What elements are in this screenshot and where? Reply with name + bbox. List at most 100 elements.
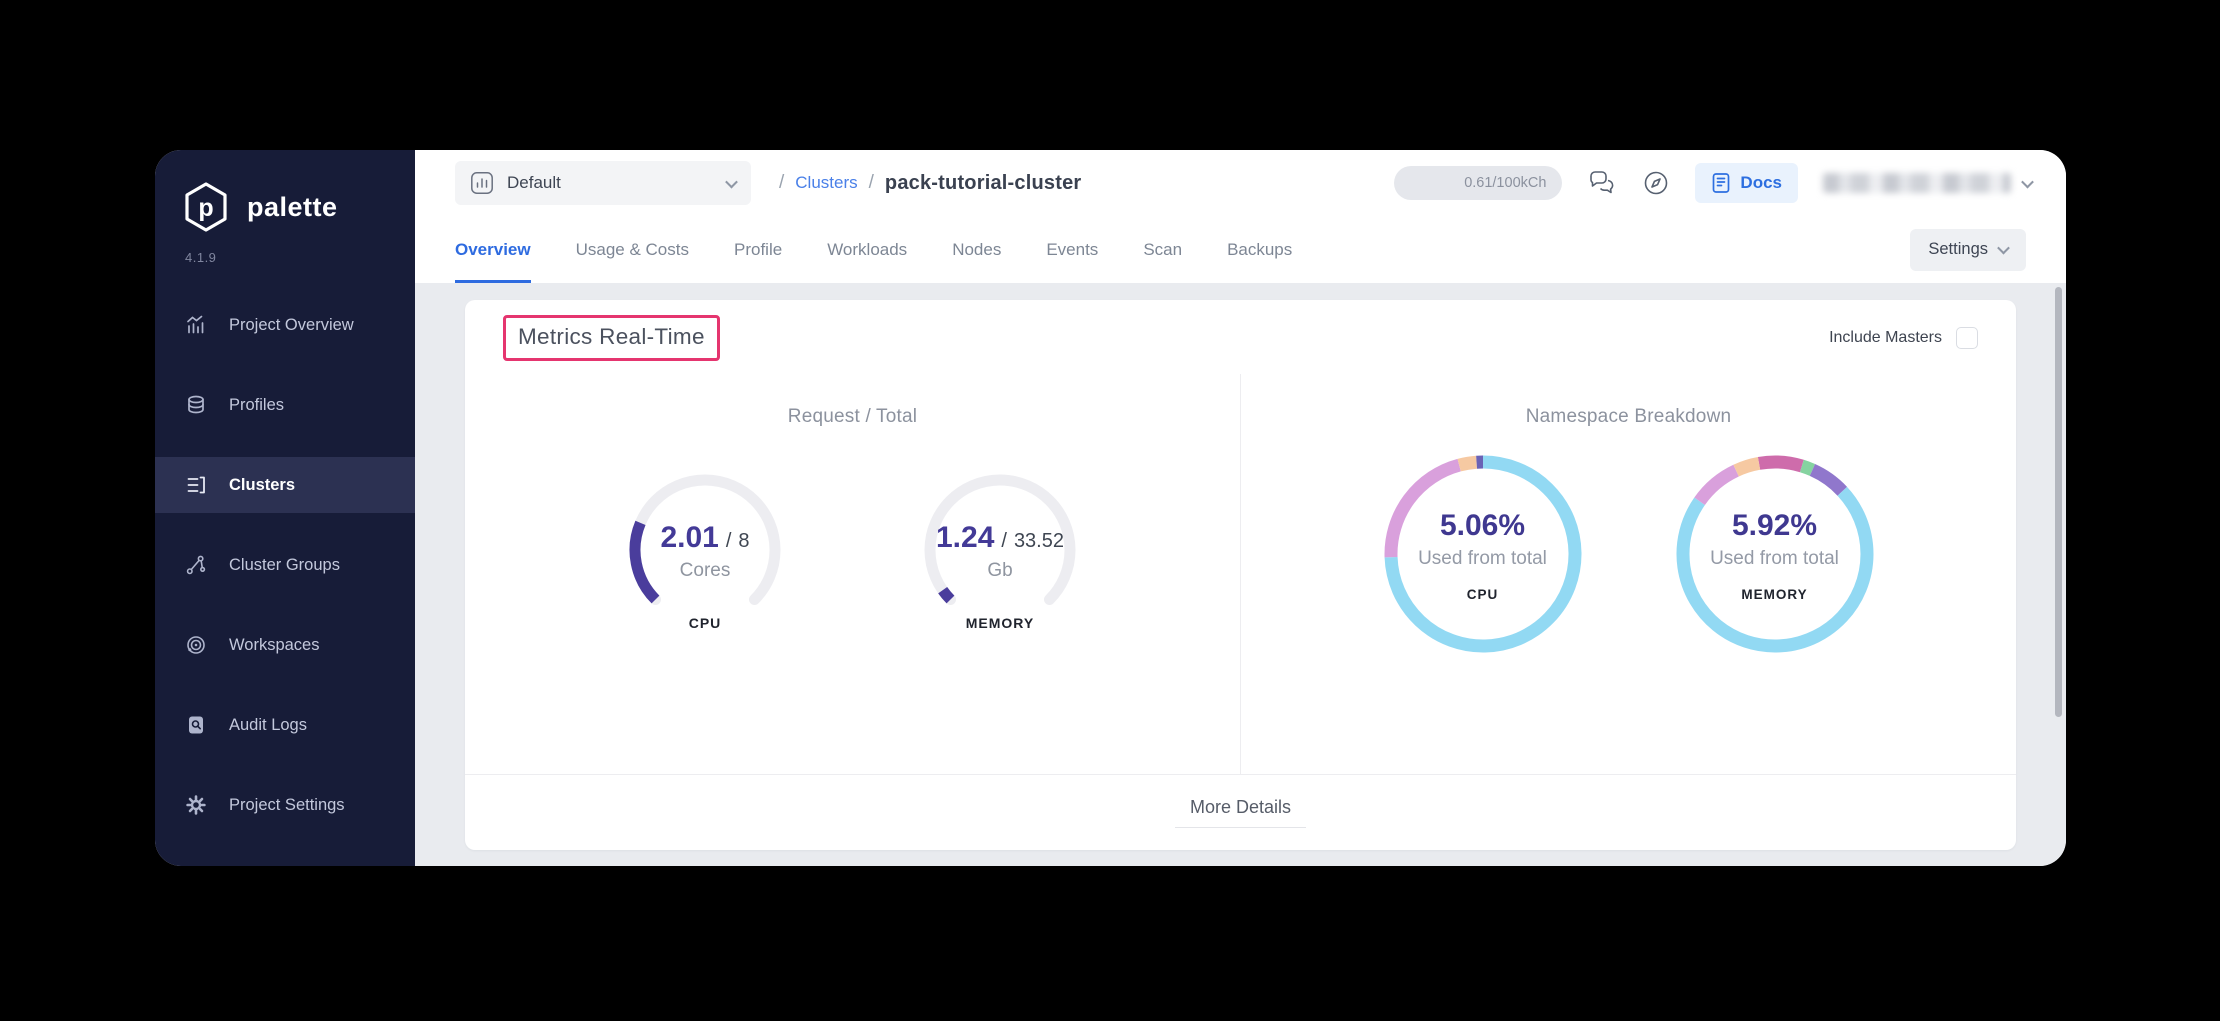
donut-label: CPU [1467,587,1499,602]
donut-center-text: 5.92% Used from total MEMORY [1675,454,1875,654]
tab-backups[interactable]: Backups [1227,216,1292,283]
user-menu[interactable] [1823,173,2032,193]
sidebar-item-workspaces[interactable]: Workspaces [155,617,415,673]
gauge-total: 33.52 [1014,530,1064,553]
tab-profile[interactable]: Profile [734,216,782,283]
sidebar-item-clusters[interactable]: Clusters [155,457,415,513]
sidebar-item-label: Workspaces [229,636,319,655]
chevron-down-icon [1997,242,2010,255]
compass-icon [1642,169,1670,197]
include-masters: Include Masters [1829,327,1978,349]
screenshot-stage: p palette 4.1.9 Project Overview [0,0,2220,1021]
sidebar-nav: Project Overview Profiles Clusters [155,297,415,857]
donut-label: MEMORY [1741,587,1807,602]
version-label: 4.1.9 [155,238,415,265]
palette-logo-icon: p [179,180,233,234]
tab-scan[interactable]: Scan [1143,216,1182,283]
sidebar-item-label: Clusters [229,476,295,495]
layers-icon [185,394,207,416]
chevron-down-icon [725,175,738,188]
chat-button[interactable] [1587,169,1617,197]
tab-workloads[interactable]: Workloads [827,216,907,283]
brand-name: palette [247,192,338,223]
servers-icon [185,474,207,496]
donut-caption: Used from total [1418,548,1547,570]
vertical-scrollbar[interactable] [2055,287,2062,717]
metrics-body: Request / Total 2.01 / 8 [465,374,2016,774]
more-details-link[interactable]: More Details [1175,797,1306,828]
breadcrumb-separator: / [869,172,874,194]
orbit-icon [185,634,207,656]
main-area: Default / Clusters / pack-tutorial-clust… [415,150,2066,866]
gauge-unit: Gb [987,560,1012,582]
gauge-value: 1.24 [936,521,994,555]
docs-button[interactable]: Docs [1695,163,1798,203]
topbar: Default / Clusters / pack-tutorial-clust… [415,150,2066,216]
content-area: Metrics Real-Time Include Masters Reques… [415,283,2066,866]
donut-caption: Used from total [1710,548,1839,570]
cpu-namespace-donut: 5.06% Used from total CPU [1383,454,1583,654]
breadcrumb-current-cluster: pack-tutorial-cluster [885,172,1081,195]
tab-usage-costs[interactable]: Usage & Costs [576,216,689,283]
sidebar-item-project-settings[interactable]: Project Settings [155,777,415,833]
memory-request-gauge: 1.24 / 33.52 Gb MEMORY [905,472,1095,631]
help-button[interactable] [1642,169,1670,197]
sidebar-item-label: Cluster Groups [229,556,340,575]
gauge-unit: Cores [680,560,731,582]
gauge-value: 2.01 [660,521,718,555]
sidebar: p palette 4.1.9 Project Overview [155,150,415,866]
sidebar-item-label: Project Settings [229,796,345,815]
sidebar-item-label: Audit Logs [229,716,307,735]
network-icon [185,554,207,576]
request-total-section: Request / Total 2.01 / 8 [465,374,1241,774]
sidebar-item-project-overview[interactable]: Project Overview [155,297,415,353]
book-icon [1711,172,1731,194]
breadcrumb-separator: / [779,172,784,194]
namespace-breakdown-section: Namespace Breakdown 5.06% Used from tota… [1241,374,2016,774]
metrics-card: Metrics Real-Time Include Masters Reques… [465,300,2016,850]
annotation-highlight: Metrics Real-Time [503,315,720,361]
mini-chart-icon [470,171,494,195]
memory-namespace-donut: 5.92% Used from total MEMORY [1675,454,1875,654]
doc-search-icon [185,714,207,736]
tab-events[interactable]: Events [1046,216,1098,283]
sidebar-item-cluster-groups[interactable]: Cluster Groups [155,537,415,593]
tab-nodes[interactable]: Nodes [952,216,1001,283]
user-name-redacted [1823,173,2011,193]
cpu-request-gauge: 2.01 / 8 Cores CPU [610,472,800,631]
metrics-card-footer: More Details [465,774,2016,850]
breadcrumb-link-clusters[interactable]: Clusters [795,173,857,193]
project-selector[interactable]: Default [455,161,751,205]
gauges-row: 2.01 / 8 Cores CPU [610,472,1095,631]
include-masters-label: Include Masters [1829,329,1942,347]
tab-overview[interactable]: Overview [455,216,531,283]
metrics-title: Metrics Real-Time [518,324,705,350]
settings-button[interactable]: Settings [1910,229,2026,271]
sidebar-item-label: Profiles [229,396,284,415]
chat-icon [1587,169,1617,197]
sidebar-item-profiles[interactable]: Profiles [155,377,415,433]
app-window: p palette 4.1.9 Project Overview [155,150,2066,866]
cluster-tabs: Overview Usage & Costs Profile Workloads… [415,216,2066,283]
sidebar-item-audit-logs[interactable]: Audit Logs [155,697,415,753]
svg-text:p: p [198,194,213,222]
docs-button-label: Docs [1740,173,1782,193]
usage-quota-badge: 0.61/100kCh [1394,166,1562,200]
gauge-center-text: 2.01 / 8 Cores [610,472,800,622]
chevron-down-icon [2021,175,2034,188]
request-total-title: Request / Total [788,406,917,428]
gauge-total: 8 [738,530,749,553]
donuts-row: 5.06% Used from total CPU 5.92% [1383,454,1875,654]
donut-value: 5.92% [1732,509,1817,543]
sidebar-item-label: Project Overview [229,316,354,335]
donut-center-text: 5.06% Used from total CPU [1383,454,1583,654]
brand: p palette [155,150,415,238]
metrics-card-header: Metrics Real-Time Include Masters [465,300,2016,374]
include-masters-checkbox[interactable] [1956,327,1978,349]
donut-value: 5.06% [1440,509,1525,543]
settings-button-label: Settings [1928,240,1988,259]
project-selector-value: Default [507,173,561,193]
gauge-center-text: 1.24 / 33.52 Gb [905,472,1095,622]
chart-icon [185,314,207,336]
namespace-breakdown-title: Namespace Breakdown [1526,406,1732,428]
